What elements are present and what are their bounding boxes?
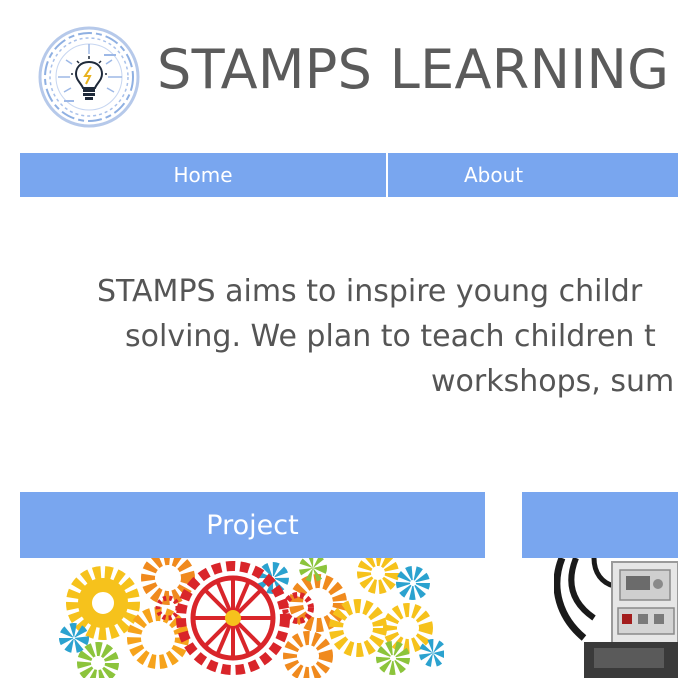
lego-robot-image[interactable] bbox=[554, 558, 678, 678]
nav-item-home[interactable]: Home bbox=[20, 153, 388, 197]
robot-illustration bbox=[554, 558, 678, 678]
gears-illustration bbox=[59, 558, 444, 678]
intro-text-line-1: STAMPS aims to inspire young childr bbox=[97, 274, 643, 309]
lightbulb-logo-icon bbox=[38, 26, 140, 128]
site-title: STAMPS LEARNING bbox=[157, 38, 670, 101]
intro-text-line-2: solving. We plan to teach children t bbox=[125, 319, 656, 354]
colorful-gears-image[interactable] bbox=[58, 558, 444, 678]
second-section-button[interactable] bbox=[522, 492, 678, 558]
nav-item-about[interactable]: About bbox=[388, 153, 678, 197]
project-section-button[interactable]: Project bbox=[20, 492, 485, 558]
site-logo[interactable] bbox=[36, 26, 142, 128]
intro-text-line-3: workshops, sum bbox=[431, 364, 675, 399]
main-nav: Home About bbox=[20, 153, 678, 197]
